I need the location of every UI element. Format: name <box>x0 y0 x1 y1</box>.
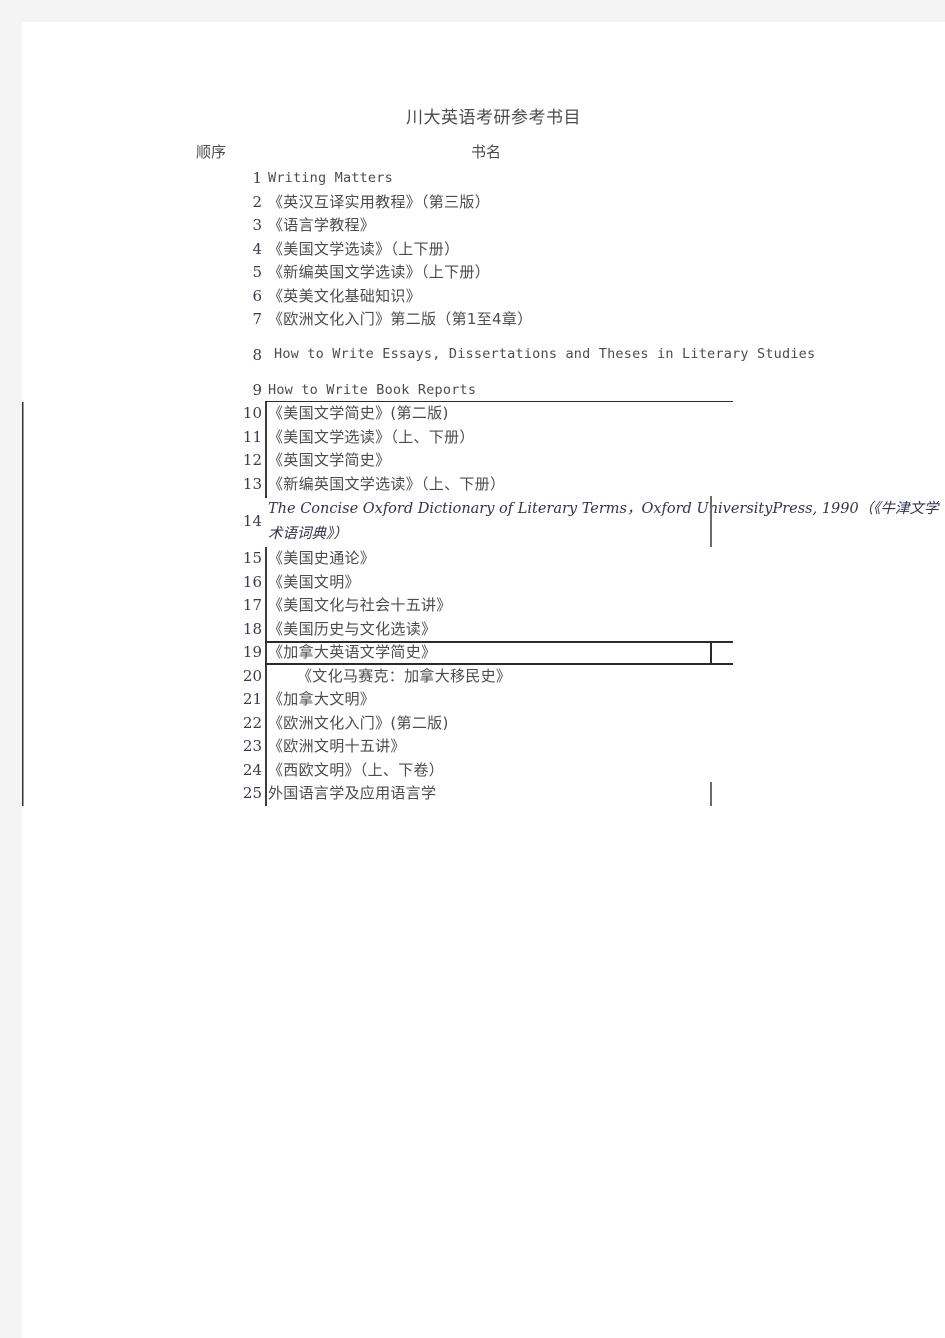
table-row: 4 《美国文学选读》（上下册） <box>22 238 945 262</box>
row-book-title: 《新编英国文学选读》（上下册） <box>268 263 491 281</box>
row-book-title: 《美国文明》 <box>268 572 360 591</box>
table-row: 16 《美国文明》 <box>22 570 945 595</box>
table-column-headers: 顺序 书名 <box>22 141 945 165</box>
cell-right-border <box>710 641 712 665</box>
row-book-title: 《加拿大英语文学简史》 <box>268 643 437 661</box>
row-book-title: 《西欧文明》（上、下卷） <box>268 760 445 779</box>
table-row: 1 Writing Matters <box>22 167 945 191</box>
row-number: 11 <box>242 427 262 446</box>
table-row: 24 《西欧文明》（上、下卷） <box>22 758 945 783</box>
page-title: 川大英语考研参考书目 <box>406 108 581 128</box>
row-book-title: 《美国文学选读》（上、下册） <box>268 427 475 446</box>
table-row: 3 《语言学教程》 <box>22 214 945 238</box>
row-number: 9 <box>252 380 262 399</box>
row-book-title: 《美国文化与社会十五讲》 <box>268 596 452 614</box>
row-book-title: 《美国文学选读》（上下册） <box>268 239 460 258</box>
table-row: 12 《英国文学简史》 <box>22 449 945 473</box>
table-row: 6 《英美文化基础知识》 <box>22 285 945 309</box>
row-number: 17 <box>242 596 262 615</box>
row-book-title: 《欧洲文明十五讲》 <box>268 737 406 755</box>
cell-right-border <box>710 496 712 547</box>
table-row: 17 《美国文化与社会十五讲》 <box>22 594 945 618</box>
row-number: 14 <box>242 512 262 530</box>
row-book-title: How to Write Essays, Dissertations and T… <box>274 346 816 363</box>
row-book-title: 《文化马赛克：加拿大移民史》 <box>297 666 512 685</box>
row-number: 16 <box>242 572 262 591</box>
row-number: 4 <box>252 239 262 258</box>
table-row: 11 《美国文学选读》（上、下册） <box>22 425 945 450</box>
table-row: 9 How to Write Book Reports <box>22 379 945 403</box>
column-header-sequence: 顺序 <box>196 143 227 161</box>
row-number: 13 <box>242 474 262 493</box>
table-row: 10 《美国文学简史》(第二版) <box>22 402 945 426</box>
row-number: 15 <box>242 549 262 568</box>
table-row: 2 《英汉互译实用教程》（第三版） <box>22 191 945 215</box>
row-number: 12 <box>242 451 262 470</box>
row-book-title: 《美国文学简史》(第二版) <box>268 404 449 422</box>
table-row: 19 《加拿大英语文学简史》 <box>22 641 945 665</box>
row-book-title: 《英国文学简史》 <box>268 451 391 469</box>
row-book-title: Writing Matters <box>268 170 393 186</box>
row-book-title: 《英汉互译实用教程》（第三版） <box>268 192 491 211</box>
row-number: 18 <box>242 619 262 638</box>
row-number: 8 <box>252 345 262 364</box>
row-number: 2 <box>252 192 262 211</box>
row-number: 6 <box>252 286 262 305</box>
row-book-title: The Concise Oxford Dictionary of Literar… <box>268 501 939 542</box>
table-row: 23 《欧洲文明十五讲》 <box>22 735 945 759</box>
table-row: 13 《新编英国文学选读》（上、下册） <box>22 472 945 497</box>
table-row: 22 《欧洲文化入门》(第二版) <box>22 711 945 736</box>
row-number: 20 <box>242 666 262 685</box>
table-row: 18 《美国历史与文化选读》 <box>22 617 945 642</box>
row-number: 10 <box>242 404 262 423</box>
row-book-title: 《新编英国文学选读》（上、下册） <box>268 474 506 493</box>
row-book-title: 《欧洲文化入门》第二版（第1至4章） <box>268 310 533 328</box>
row-book-title: 《语言学教程》 <box>268 216 376 234</box>
row-number: 7 <box>252 310 262 329</box>
row-number: 3 <box>252 216 262 235</box>
row-number: 22 <box>242 713 262 732</box>
row-book-title: 《美国历史与文化选读》 <box>268 619 437 638</box>
cell-top-border <box>265 641 733 643</box>
table-row: 7 《欧洲文化入门》第二版（第1至4章） <box>22 308 945 332</box>
row-book-title: 《欧洲文化入门》(第二版) <box>268 713 449 732</box>
row-number: 1 <box>252 169 262 188</box>
row-book-title: 《美国史通论》 <box>268 549 376 567</box>
table-row: 25 外国语言学及应用语言学 <box>22 782 945 806</box>
row-number: 21 <box>242 690 262 709</box>
table-row: 15 《美国史通论》 <box>22 547 945 571</box>
row-number: 23 <box>242 737 262 756</box>
row-book-title: 《加拿大文明》 <box>268 690 376 708</box>
row-book-title: 外国语言学及应用语言学 <box>268 784 437 802</box>
book-list-table: 1 Writing Matters 2 《英汉互译实用教程》（第三版） 3 《语… <box>22 167 945 806</box>
cell-right-border <box>710 782 712 806</box>
row-book-title: 《英美文化基础知识》 <box>268 286 422 305</box>
table-row: 21 《加拿大文明》 <box>22 688 945 712</box>
table-row: 14 The Concise Oxford Dictionary of Lite… <box>22 496 945 547</box>
row-number: 25 <box>242 784 262 803</box>
row-number: 5 <box>252 263 262 282</box>
row-book-title: How to Write Book Reports <box>268 381 477 398</box>
row-number: 19 <box>242 643 262 662</box>
table-row: 5 《新编英国文学选读》（上下册） <box>22 261 945 285</box>
column-header-book-title: 书名 <box>471 143 502 161</box>
row-number: 24 <box>242 760 262 779</box>
table-row: 20 《文化马赛克：加拿大移民史》 <box>22 664 945 689</box>
table-row: 8 How to Write Essays, Dissertations and… <box>22 332 945 379</box>
document-page: 川大英语考研参考书目 顺序 书名 1 Writing Matters 2 《英汉… <box>22 22 945 1338</box>
